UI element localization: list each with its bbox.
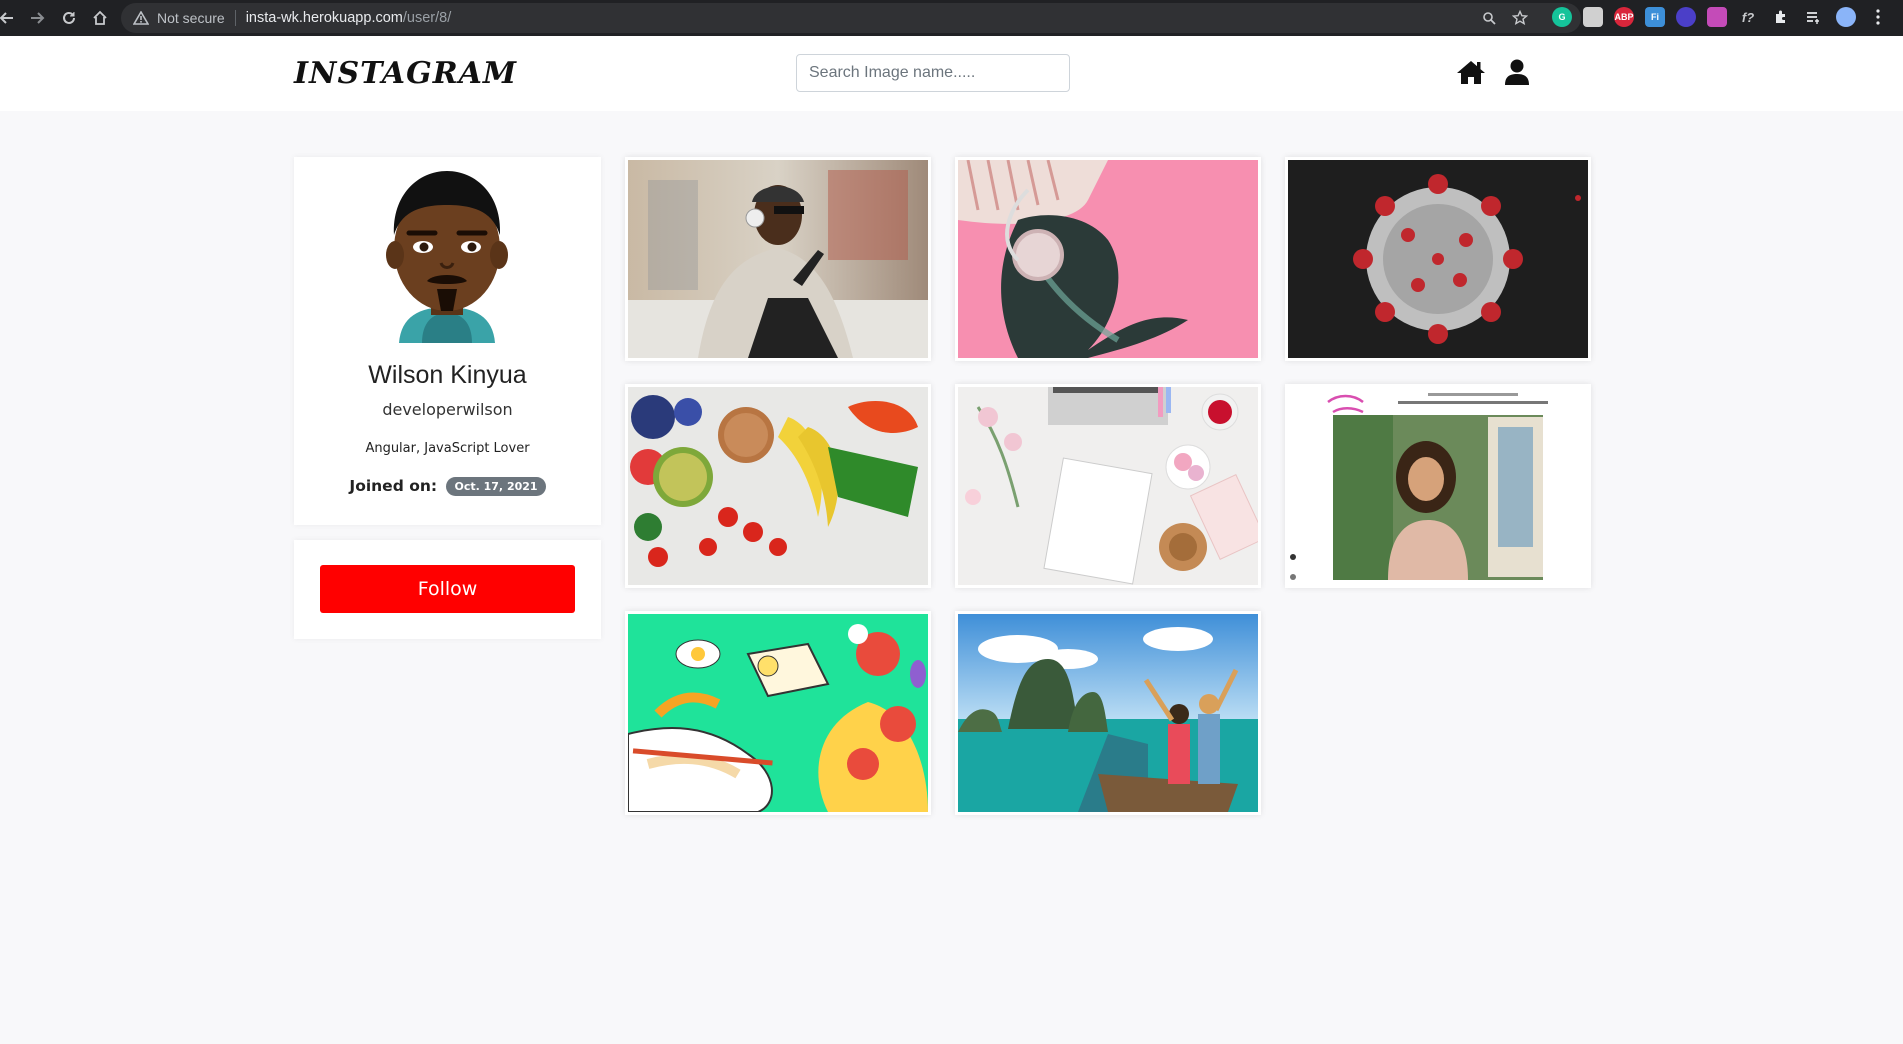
joined-label: Joined on: bbox=[349, 477, 438, 495]
gallery-image-food-illustration[interactable] bbox=[625, 611, 931, 815]
grammarly-icon[interactable]: G bbox=[1552, 7, 1572, 27]
user-icon[interactable] bbox=[1501, 56, 1533, 88]
gallery-image-desk-flatlay[interactable] bbox=[955, 384, 1261, 588]
profile-bio: Angular, JavaScript Lover bbox=[365, 441, 530, 456]
url-path: /user/8/ bbox=[402, 10, 452, 26]
menu-icon[interactable] bbox=[1868, 7, 1888, 27]
profile-username: developerwilson bbox=[382, 400, 513, 419]
extension-icon[interactable] bbox=[1676, 7, 1696, 27]
warning-icon bbox=[133, 11, 151, 25]
forward-icon[interactable] bbox=[24, 5, 50, 31]
home-icon[interactable] bbox=[87, 5, 113, 31]
extension-icon[interactable] bbox=[1583, 7, 1603, 27]
home-icon[interactable] bbox=[1455, 56, 1487, 88]
gallery-image-fruits-vegetables[interactable] bbox=[625, 384, 931, 588]
gallery-image-man-headphones[interactable] bbox=[625, 157, 931, 361]
zoom-icon[interactable] bbox=[1479, 8, 1499, 28]
star-icon[interactable] bbox=[1510, 8, 1530, 28]
puzzle-icon[interactable] bbox=[1771, 7, 1791, 27]
reload-icon[interactable] bbox=[56, 5, 82, 31]
brand-logo[interactable]: INSTAGRAM bbox=[294, 56, 517, 91]
adblock-icon[interactable]: ABP bbox=[1614, 7, 1634, 27]
address-bar[interactable]: Not secure insta-wk.herokuapp.com /user/… bbox=[121, 3, 1581, 33]
avatar bbox=[377, 163, 517, 343]
formula-icon[interactable]: f? bbox=[1738, 7, 1758, 27]
separator bbox=[234, 10, 236, 26]
profile-avatar-icon[interactable] bbox=[1836, 7, 1856, 27]
joined-date-badge: Oct. 17, 2021 bbox=[446, 477, 546, 496]
back-icon[interactable] bbox=[0, 5, 20, 31]
gallery-image-travel-boat[interactable] bbox=[955, 611, 1261, 815]
follow-card: Follow bbox=[294, 540, 601, 639]
search-input[interactable] bbox=[796, 54, 1070, 92]
gallery-image-website-screenshot[interactable] bbox=[1285, 384, 1591, 588]
app-navbar: INSTAGRAM bbox=[0, 36, 1903, 111]
follow-button[interactable]: Follow bbox=[320, 565, 575, 613]
profile-card: Wilson Kinyua developerwilson Angular, J… bbox=[294, 157, 601, 525]
security-label[interactable]: Not secure bbox=[157, 10, 225, 26]
url-host: insta-wk.herokuapp.com bbox=[245, 10, 403, 26]
gallery-image-coronavirus[interactable] bbox=[1285, 157, 1591, 361]
browser-toolbar: Not secure insta-wk.herokuapp.com /user/… bbox=[0, 0, 1903, 36]
profile-name: Wilson Kinyua bbox=[368, 361, 527, 389]
gallery-image-woman-headphones[interactable] bbox=[955, 157, 1261, 361]
extension-icon[interactable] bbox=[1707, 7, 1727, 27]
reading-list-icon[interactable] bbox=[1803, 7, 1823, 27]
extension-icon[interactable]: Fi bbox=[1645, 7, 1665, 27]
joined-row: Joined on: Oct. 17, 2021 bbox=[294, 477, 601, 496]
